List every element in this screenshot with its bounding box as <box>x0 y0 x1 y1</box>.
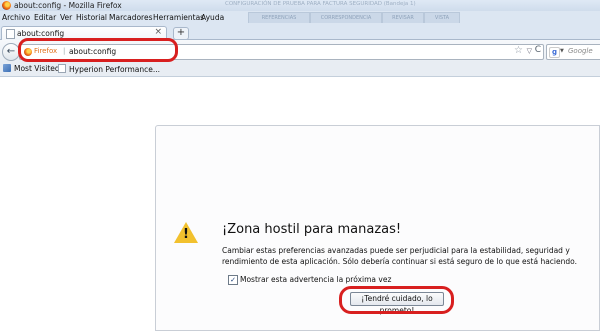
menu-archivo[interactable]: Archivo <box>2 13 30 22</box>
menu-historial[interactable]: Historial <box>76 13 107 22</box>
search-engine-dropdown-icon[interactable]: ▼ <box>560 48 564 54</box>
menu-herramientas[interactable]: Herramientas <box>153 13 204 22</box>
menu-marcadores[interactable]: Marcadores <box>109 13 153 22</box>
background-ribbon-tab: REFERENCIAS <box>248 12 310 23</box>
bookmark-label: Hyperion Performance... <box>69 65 161 74</box>
new-tab-button[interactable]: + <box>173 27 189 40</box>
warning-exclamation: ! <box>183 227 189 242</box>
firefox-logo-icon <box>2 1 11 10</box>
page-icon <box>58 64 66 73</box>
tab-label: about:config <box>17 29 65 38</box>
bookmark-hyperion[interactable]: Hyperion Performance... <box>58 64 160 74</box>
menu-editar[interactable]: Editar <box>34 13 56 22</box>
close-tab-icon[interactable]: × <box>154 27 162 37</box>
google-icon[interactable]: g <box>549 47 560 58</box>
bookmark-label: Most Visited <box>14 64 60 73</box>
menu-ayuda[interactable]: Ayuda <box>201 13 224 22</box>
search-box[interactable]: g ▼ Google <box>546 44 600 60</box>
background-ribbon-tab: VISTA <box>424 12 460 23</box>
page-icon <box>6 29 15 39</box>
bookmark-most-visited[interactable]: Most Visited <box>3 64 60 73</box>
bookmarks-bar: Most Visited Hyperion Performance... <box>0 62 600 77</box>
background-window-text: CONFIGURACIÓN DE PRUEBA PARA FACTURA SEG… <box>225 1 416 7</box>
background-ribbon-tab: CORRESPONDENCIA <box>310 12 382 23</box>
warning-text: Cambiar estas preferencias avanzadas pue… <box>222 246 577 266</box>
background-ribbon-tab: REVISAR <box>382 12 424 23</box>
warning-title: ¡Zona hostil para manazas! <box>222 222 402 237</box>
search-placeholder: Google <box>568 47 593 55</box>
bookmark-star-icon[interactable]: ☆ <box>514 45 523 56</box>
menu-ver[interactable]: Ver <box>60 13 72 22</box>
reload-icon[interactable]: C <box>535 45 541 55</box>
button-annotation-highlight <box>339 286 454 314</box>
show-warning-checkbox-label[interactable]: Mostrar esta advertencia la próxima vez <box>240 275 391 284</box>
url-annotation-highlight <box>18 38 178 62</box>
title-bar: about:config - Mozilla Firefox CONFIGURA… <box>0 0 600 11</box>
history-dropdown-icon[interactable]: ▽ <box>527 47 532 55</box>
menu-bar: Archivo Editar Ver Historial Marcadores … <box>0 11 600 23</box>
most-visited-icon <box>3 64 11 72</box>
window-title: about:config - Mozilla Firefox <box>14 1 122 10</box>
show-warning-checkbox[interactable]: ✓ <box>228 275 238 285</box>
